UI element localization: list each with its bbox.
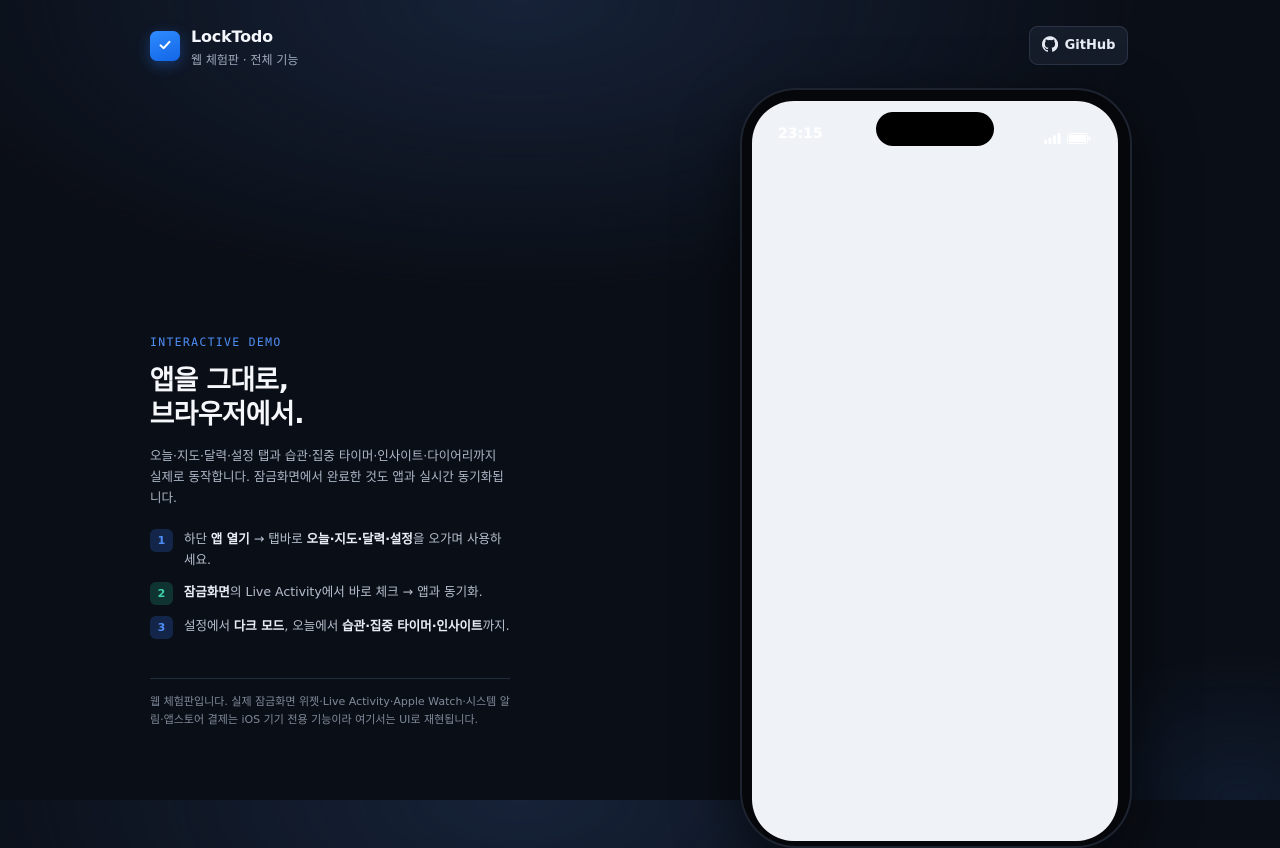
step-text: 하단 앱 열기 → 탭바로 오늘·지도·달력·설정을 오가며 사용하세요. <box>184 531 502 567</box>
battery-icon <box>1067 129 1091 148</box>
status-time: 23:15 <box>778 126 823 142</box>
phone-screen[interactable] <box>752 101 1118 841</box>
app-logo <box>150 31 180 61</box>
step-number: 1 <box>150 529 173 552</box>
github-label: GitHub <box>1064 38 1116 53</box>
brand-title: LockTodo <box>191 27 273 46</box>
hero-description: 오늘·지도·달력·설정 탭과 습관·집중 타이머·인사이트·다이어리까지 실제로… <box>150 448 504 505</box>
step-text: 설정에서 다크 모드, 오늘에서 습관·집중 타이머·인사이트까지. <box>184 618 510 633</box>
github-icon <box>1041 35 1058 56</box>
dynamic-island <box>876 112 994 146</box>
step-item-1: 1 하단 앱 열기 → 탭바로 오늘·지도·달력·설정을 오가며 사용하세요. <box>150 529 510 570</box>
step-text: 잠금화면의 Live Activity에서 바로 체크 → 앱과 동기화. <box>184 584 483 599</box>
brand-subtitle: 웹 체험판 · 전체 기능 <box>191 53 299 67</box>
headline-line-1: 앱을 그대로, <box>150 365 289 396</box>
step-number: 2 <box>150 582 173 605</box>
headline-line-2: 브라우저에서. <box>150 399 305 430</box>
github-button[interactable]: GitHub <box>1029 26 1128 65</box>
divider <box>150 678 510 679</box>
headline: 앱을 그대로, 브라우저에서. <box>150 364 305 432</box>
footnote: 웹 체험판입니다. 실제 잠금화면 위젯·Live Activity·Apple… <box>150 695 510 726</box>
step-number: 3 <box>150 616 173 639</box>
step-item-3: 3 설정에서 다크 모드, 오늘에서 습관·집중 타이머·인사이트까지. <box>150 616 510 639</box>
eyebrow-label: INTERACTIVE DEMO <box>150 335 282 349</box>
status-icons <box>1044 129 1091 148</box>
check-icon <box>158 37 172 56</box>
signal-icon <box>1044 129 1061 148</box>
step-item-2: 2 잠금화면의 Live Activity에서 바로 체크 → 앱과 동기화. <box>150 582 510 605</box>
